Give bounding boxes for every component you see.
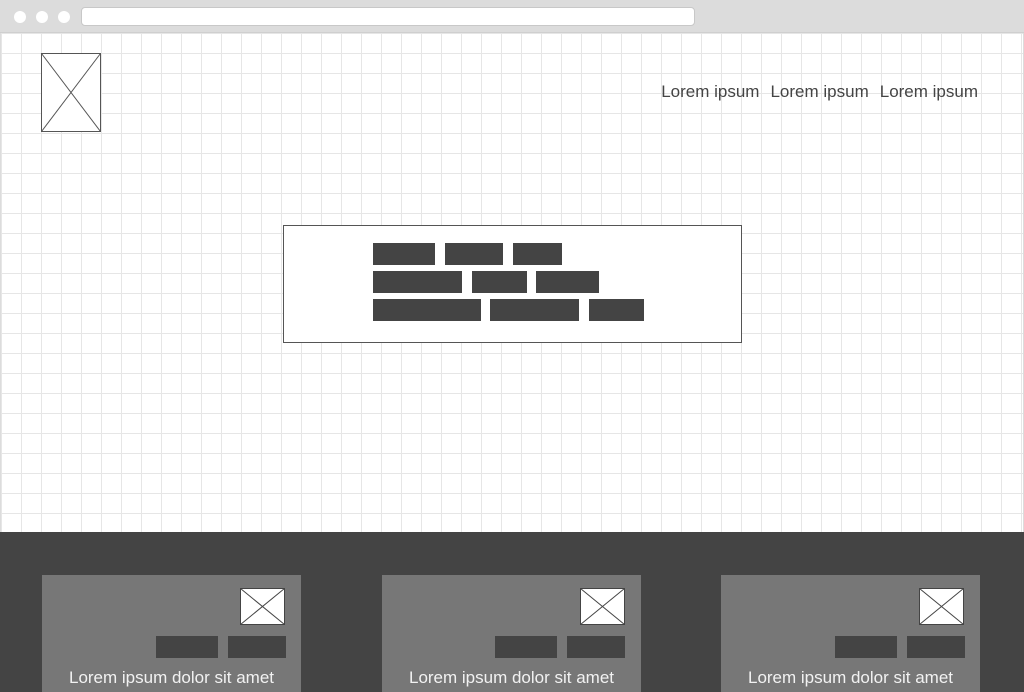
text-placeholder-block (490, 299, 579, 321)
card-button-placeholder[interactable] (156, 636, 218, 658)
card-button-placeholder[interactable] (835, 636, 897, 658)
window-minimize-button[interactable] (36, 11, 48, 23)
hero-text-box (283, 225, 742, 343)
feature-card[interactable]: Lorem ipsum dolor sit amet (42, 575, 301, 692)
top-nav: Lorem ipsum Lorem ipsum Lorem ipsum (661, 82, 978, 102)
card-caption: Lorem ipsum dolor sit amet (408, 668, 615, 687)
card-image-placeholder-icon (580, 588, 625, 625)
hero-section: Lorem ipsum Lorem ipsum Lorem ipsum (0, 33, 1024, 532)
window-close-button[interactable] (14, 11, 26, 23)
card-image-placeholder-icon (240, 588, 285, 625)
feature-card[interactable]: Lorem ipsum dolor sit amet (721, 575, 980, 692)
text-placeholder-block (472, 271, 527, 293)
address-bar[interactable] (81, 7, 695, 26)
card-button-placeholder[interactable] (567, 636, 625, 658)
text-placeholder-block (513, 243, 562, 265)
feature-card[interactable]: Lorem ipsum dolor sit amet (382, 575, 641, 692)
logo-image-placeholder-icon[interactable] (41, 53, 101, 132)
card-caption: Lorem ipsum dolor sit amet (68, 668, 275, 687)
browser-chrome (0, 0, 1024, 33)
text-placeholder-block (373, 271, 462, 293)
text-placeholder-block (373, 243, 435, 265)
footer-section: Lorem ipsum dolor sit amet Lorem ipsum d… (0, 532, 1024, 692)
window-maximize-button[interactable] (58, 11, 70, 23)
nav-link-1[interactable]: Lorem ipsum (661, 82, 759, 102)
text-placeholder-block (589, 299, 644, 321)
nav-link-3[interactable]: Lorem ipsum (880, 82, 978, 102)
nav-link-2[interactable]: Lorem ipsum (770, 82, 868, 102)
card-caption: Lorem ipsum dolor sit amet (747, 668, 954, 687)
card-button-placeholder[interactable] (907, 636, 965, 658)
text-placeholder-block (536, 271, 599, 293)
text-placeholder-block (445, 243, 503, 265)
card-button-placeholder[interactable] (495, 636, 557, 658)
text-placeholder-block (373, 299, 481, 321)
card-image-placeholder-icon (919, 588, 964, 625)
card-button-placeholder[interactable] (228, 636, 286, 658)
